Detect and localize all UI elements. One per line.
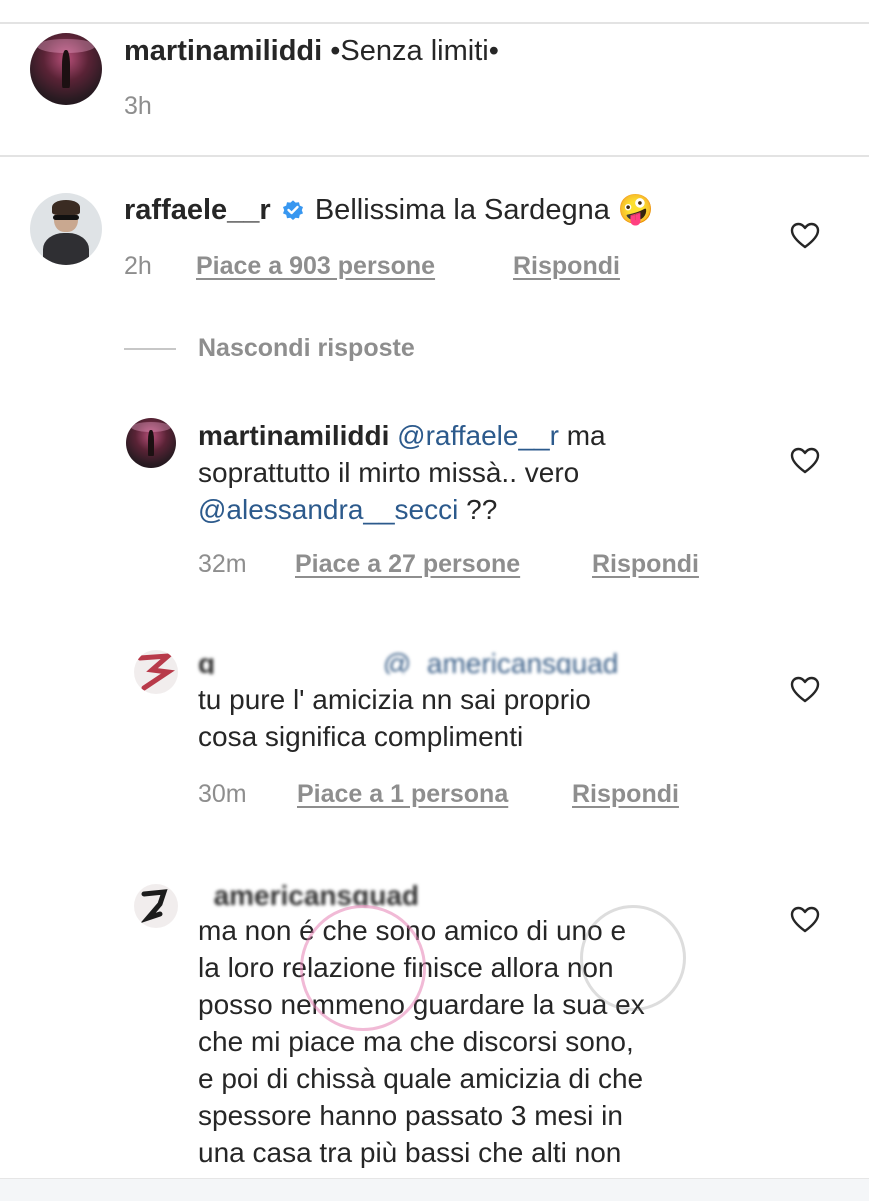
mention-link[interactable]: @raffaele__r (397, 420, 559, 451)
avatar[interactable] (30, 33, 102, 105)
reply-text-line: soprattutto il mirto missà.. vero (198, 457, 580, 488)
avatar[interactable] (30, 193, 102, 265)
hide-replies-button[interactable]: Nascondi risposte (198, 334, 415, 363)
reply-text: tu pure l' amicizia nn sai proprio cosa … (198, 681, 591, 755)
caption-divider (0, 155, 869, 157)
reply-text-part: ?? (458, 494, 498, 525)
reply-button[interactable]: Rispondi (572, 780, 679, 809)
reply-text-line: una casa tra più bassi che alti non (198, 1137, 622, 1168)
avatar[interactable] (134, 884, 178, 928)
likes-count-link[interactable]: Piace a 903 persone (196, 252, 435, 281)
reply-username-line: g @_americansquad__ (198, 648, 649, 674)
reply-text-line: che mi piace ma che discorsi sono, (198, 1026, 634, 1057)
reply-username[interactable]: g (198, 648, 215, 674)
heart-icon[interactable] (790, 906, 820, 934)
reply-text-line: spessore hanno passato 3 mesi in (198, 1100, 623, 1131)
bottom-bar (0, 1178, 869, 1201)
comment-line: raffaele__r Bellissima la Sardegna 🤪 (124, 193, 654, 227)
mention-link[interactable]: @_americansquad__ (383, 648, 650, 674)
comment-time: 2h (124, 252, 152, 280)
heart-icon[interactable] (790, 676, 820, 704)
reply-text-part: ma (558, 420, 606, 451)
mention-link[interactable]: @alessandra__secci (198, 494, 458, 525)
reply-username[interactable]: martinamiliddi (198, 420, 389, 451)
post-time: 3h (124, 92, 152, 120)
post-username[interactable]: martinamiliddi (124, 35, 322, 67)
comment-username[interactable]: raffaele__r (124, 194, 271, 226)
verified-badge-icon (282, 200, 303, 220)
heart-icon[interactable] (790, 222, 820, 250)
reply-username-line: _americansquad (198, 880, 419, 906)
reply-button[interactable]: Rispondi (513, 252, 620, 281)
avatar[interactable] (126, 418, 176, 468)
post-caption: •Senza limiti• (330, 35, 499, 67)
reply-button[interactable]: Rispondi (592, 550, 699, 579)
replies-divider (124, 348, 176, 350)
reply-username[interactable]: _americansquad (198, 880, 419, 906)
watermark-logo (300, 905, 426, 1031)
reply-text-line: e poi di chissà quale amicizia di che (198, 1063, 644, 1094)
likes-count-link[interactable]: Piace a 1 persona (297, 780, 508, 809)
top-divider (0, 22, 869, 24)
avatar[interactable] (134, 650, 178, 694)
caption-line: martinamiliddi •Senza limiti• (124, 35, 499, 68)
reply-time: 30m (198, 780, 247, 808)
reply-time: 32m (198, 550, 247, 578)
reply-text-line: cosa significa complimenti (198, 721, 524, 752)
comment-text: Bellissima la Sardegna 🤪 (314, 194, 654, 226)
likes-count-link[interactable]: Piace a 27 persone (295, 550, 520, 579)
watermark-logo (580, 905, 686, 1011)
reply-text: martinamiliddi @raffaele__r ma soprattut… (198, 417, 798, 528)
heart-icon[interactable] (790, 447, 820, 475)
reply-text-line: tu pure l' amicizia nn sai proprio (198, 684, 591, 715)
